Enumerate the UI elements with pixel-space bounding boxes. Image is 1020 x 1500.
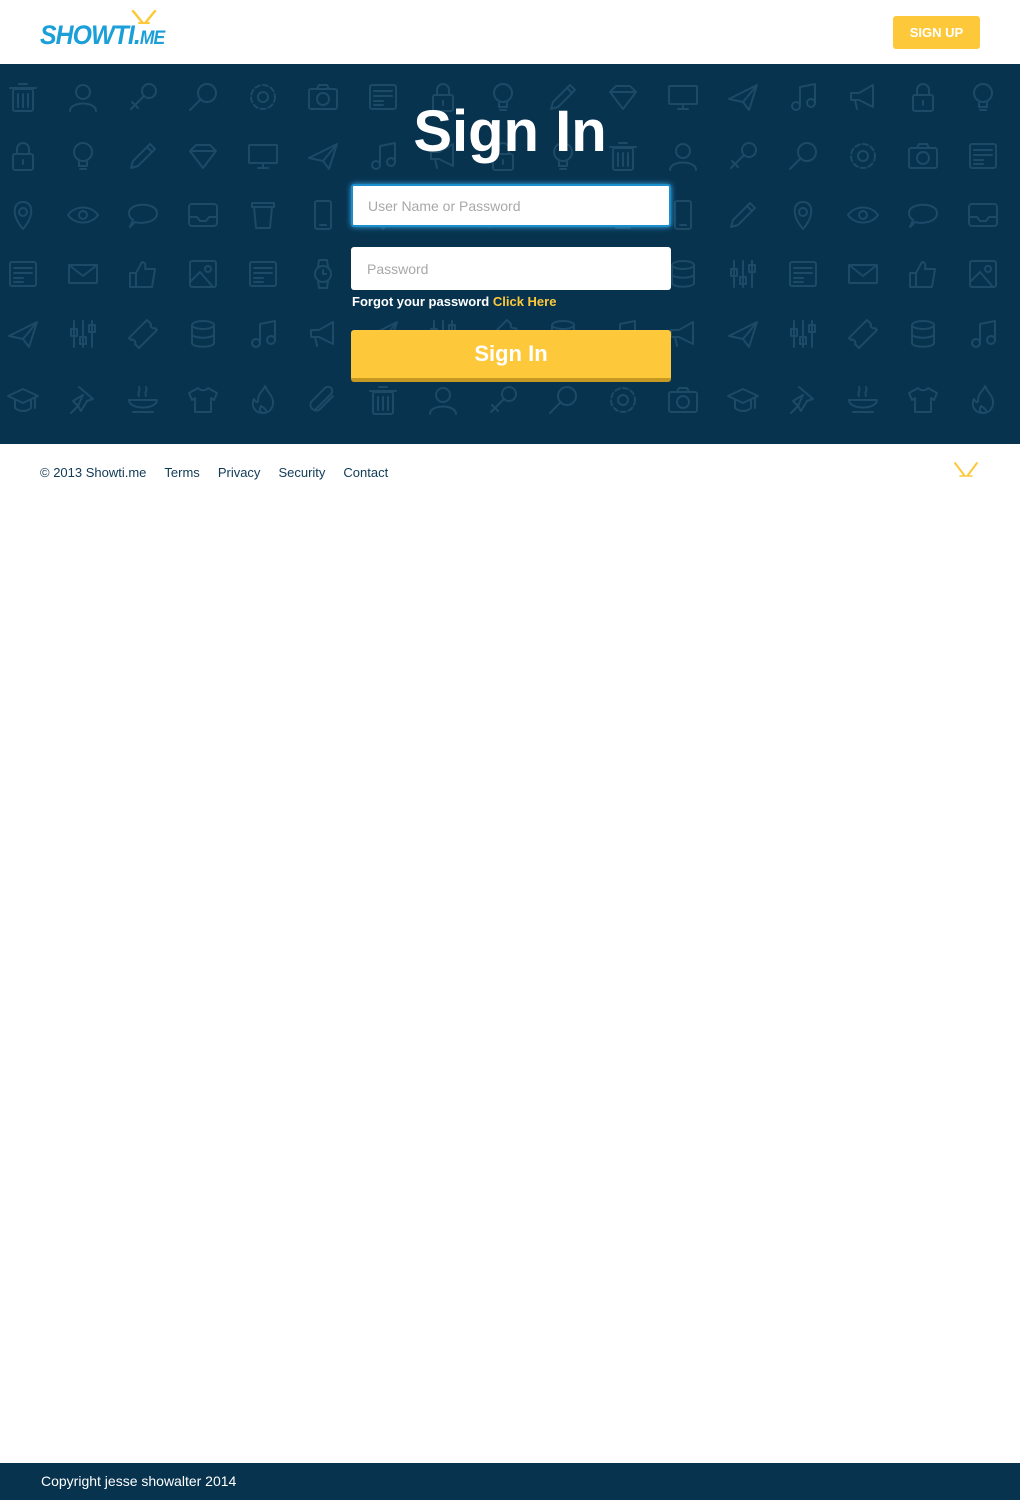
forgot-password-text: Forgot your password (352, 294, 490, 309)
paper-plane-icon (8, 321, 38, 348)
music-icon (971, 320, 996, 348)
page-title: Sign In (413, 99, 607, 164)
newspaper-icon (9, 261, 37, 287)
user-icon (429, 387, 457, 415)
database-icon (911, 320, 935, 348)
image-icon (969, 260, 997, 288)
inbox-icon (188, 203, 218, 227)
image-icon (189, 260, 217, 288)
sliders-icon (730, 260, 756, 288)
megaphone-icon (310, 321, 334, 347)
shirt-icon (908, 387, 938, 413)
chat-icon (908, 203, 938, 228)
bottom-copyright: Copyright jesse showalter 2014 (41, 1473, 237, 1489)
password-input[interactable] (351, 247, 671, 290)
phone-icon (674, 200, 692, 230)
sign-in-hero: Sign In Forgot your password Click Here … (0, 64, 1020, 444)
showtime-logo[interactable]: SHOWTI.ME (40, 10, 165, 52)
shirt-icon (188, 387, 218, 413)
ticket-icon (848, 319, 878, 349)
thumbs-up-icon (909, 261, 936, 288)
pin-icon (70, 386, 94, 414)
bowl-icon (848, 386, 878, 413)
sliders-icon (790, 320, 816, 348)
phone-icon (314, 200, 332, 230)
pencil-icon (730, 202, 756, 228)
tv-antenna-icon (131, 10, 157, 24)
tv-antenna-icon (954, 462, 978, 477)
flame-icon (251, 385, 275, 414)
trash-icon (369, 386, 397, 415)
grad-cap-icon (727, 388, 759, 412)
sliders-icon (70, 320, 96, 348)
footer-link-privacy[interactable]: Privacy (218, 465, 261, 480)
forgot-password-link[interactable]: Click Here (493, 294, 557, 309)
inbox-icon (968, 203, 998, 227)
chat-icon (128, 203, 158, 228)
database-icon (671, 260, 695, 288)
forgot-password-row: Forgot your password Click Here (352, 294, 556, 309)
footer-link-contact[interactable]: Contact (343, 465, 388, 480)
mail-icon (68, 264, 98, 284)
username-input[interactable] (351, 184, 671, 227)
search-icon (549, 386, 577, 414)
newspaper-icon (789, 261, 817, 287)
bottom-bar: Copyright jesse showalter 2014 (0, 1463, 1020, 1500)
gear-icon (610, 387, 636, 413)
eye-icon (847, 206, 879, 224)
newspaper-icon (249, 261, 277, 287)
footer-copyright: © 2013 Showti.me (40, 464, 147, 480)
ticket-icon (128, 319, 158, 349)
paperclip-icon (309, 385, 334, 412)
logo-wordmark: SHOWTI.ME (40, 20, 165, 50)
camera-icon (668, 387, 698, 413)
footer-link-terms[interactable]: Terms (164, 465, 199, 480)
grad-cap-icon (7, 388, 39, 412)
eye-icon (67, 206, 99, 224)
key-icon (490, 386, 517, 413)
cup-icon (251, 202, 275, 229)
top-header: SHOWTI.ME SIGN UP (0, 0, 1020, 64)
sign-up-button[interactable]: SIGN UP (893, 16, 980, 49)
megaphone-icon (670, 321, 694, 347)
watch-icon (314, 259, 332, 289)
map-pin-icon (13, 201, 33, 230)
footer-link-security[interactable]: Security (278, 465, 325, 480)
thumbs-up-icon (129, 261, 156, 288)
paper-plane-icon (728, 321, 758, 348)
map-pin-icon (793, 201, 813, 230)
bowl-icon (128, 386, 158, 413)
mail-icon (848, 264, 878, 284)
pin-icon (790, 386, 814, 414)
sign-in-button[interactable]: Sign In (351, 330, 671, 382)
music-icon (251, 320, 276, 348)
database-icon (191, 320, 215, 348)
flame-icon (971, 385, 995, 414)
footer-nav: © 2013 Showti.me Terms Privacy Security … (40, 464, 406, 480)
